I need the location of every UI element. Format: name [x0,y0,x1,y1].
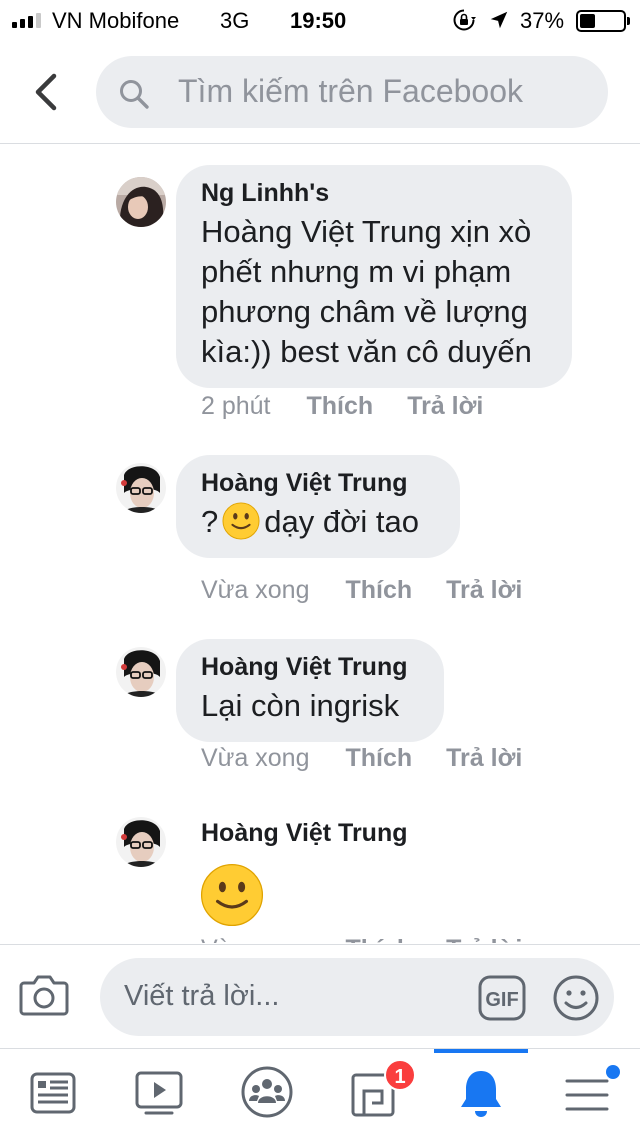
like-button[interactable]: Thích [345,935,412,943]
carrier-name: VN Mobifone [52,8,180,33]
bottom-tab-bar: 1 [0,1048,640,1136]
search-icon [120,80,149,109]
tab-pages[interactable]: 1 [320,1049,426,1136]
location-arrow-icon [490,11,508,29]
comment-bubble: Ng Linhh's Hoàng Việt Trung xịn xò phết … [176,165,572,388]
comment-text: Lại còn ingrisk [201,688,400,723]
reply-input[interactable]: Viết trả lời... GIF [100,958,614,1036]
comment-thread: Ng Linhh's Hoàng Việt Trung xịn xò phết … [0,145,640,943]
comment-timestamp: Vừa xong [201,576,310,604]
signal-strength-icon [12,12,48,28]
comment-actions: 2 phút Thích Trả lời [201,392,483,421]
sticker-button[interactable] [552,974,600,1022]
bell-icon [461,1071,501,1117]
svg-text:GIF: GIF [485,989,518,1011]
like-button[interactable]: Thích [345,744,412,773]
gif-icon: GIF [478,975,526,1021]
camera-icon [19,975,69,1016]
slightly-smiling-face-icon [200,863,264,927]
groups-icon [241,1066,293,1118]
comment-actions: Vừa xong Thích Trả lời [201,935,522,943]
reply-placeholder: Viết trả lời... [124,980,280,1012]
comment-timestamp: Vừa xong [201,935,309,943]
comment-author[interactable]: Hoàng Việt Trung [201,819,408,848]
notification-count-badge: 1 [384,1059,416,1091]
reply-button[interactable]: Trả lời [446,935,522,943]
back-button[interactable] [26,70,66,114]
news-feed-icon [30,1072,76,1114]
top-bar: Tìm kiếm trên Facebook [0,40,640,144]
like-button[interactable]: Thích [345,576,412,605]
tab-news-feed[interactable] [0,1049,106,1136]
reply-button[interactable]: Trả lời [407,392,483,421]
like-button[interactable]: Thích [307,392,374,421]
comment-bubble: Hoàng Việt Trung Lại còn ingrisk [176,639,444,742]
comment-text-part: dạy đời tao [264,504,420,539]
comment-timestamp: 2 phút [201,392,271,420]
reply-button[interactable]: Trả lời [446,576,522,605]
battery-percentage: 37% [520,8,565,33]
camera-button[interactable] [18,971,70,1019]
new-indicator-dot [606,1065,620,1079]
avatar[interactable] [116,817,166,867]
comment-text-part: ? [201,504,219,539]
tab-notifications[interactable] [428,1049,534,1136]
hamburger-menu-icon [565,1079,609,1111]
comment-actions: Vừa xong Thích Trả lời [201,744,522,773]
comment-author[interactable]: Ng Linhh's [201,179,546,208]
comment-text: ? dạy đời tao [201,502,434,542]
gif-button[interactable]: GIF [478,975,526,1021]
avatar[interactable] [116,647,166,697]
tab-menu[interactable] [534,1049,640,1136]
smiley-icon [553,975,599,1021]
watch-video-icon [135,1071,183,1115]
battery-icon [576,10,630,32]
search-input[interactable]: Tìm kiếm trên Facebook [96,56,608,128]
status-bar: VN Mobifone 3G 19:50 37% [0,0,640,40]
avatar[interactable] [116,463,166,513]
comment-timestamp: Vừa xong [201,744,310,772]
network-type: 3G [220,8,250,33]
tab-groups[interactable] [214,1049,320,1136]
tab-watch[interactable] [106,1049,212,1136]
slightly-smiling-face-icon [222,502,260,540]
search-placeholder: Tìm kiếm trên Facebook [178,73,523,109]
reply-button[interactable]: Trả lời [446,744,522,773]
orientation-lock-icon [453,9,476,31]
comment-actions: Vừa xong Thích Trả lời [201,576,522,605]
comment-author[interactable]: Hoàng Việt Trung [201,469,434,498]
chevron-left-icon [35,73,57,111]
clock: 19:50 [290,8,347,33]
comment-text: Hoàng Việt Trung xịn xò phết nhưng m vi … [201,214,532,369]
avatar[interactable] [116,177,166,227]
comment-bubble: Hoàng Việt Trung ? dạy đời tao [176,455,460,558]
comment-author[interactable]: Hoàng Việt Trung [201,653,418,682]
reply-composer: Viết trả lời... GIF [0,944,640,1048]
